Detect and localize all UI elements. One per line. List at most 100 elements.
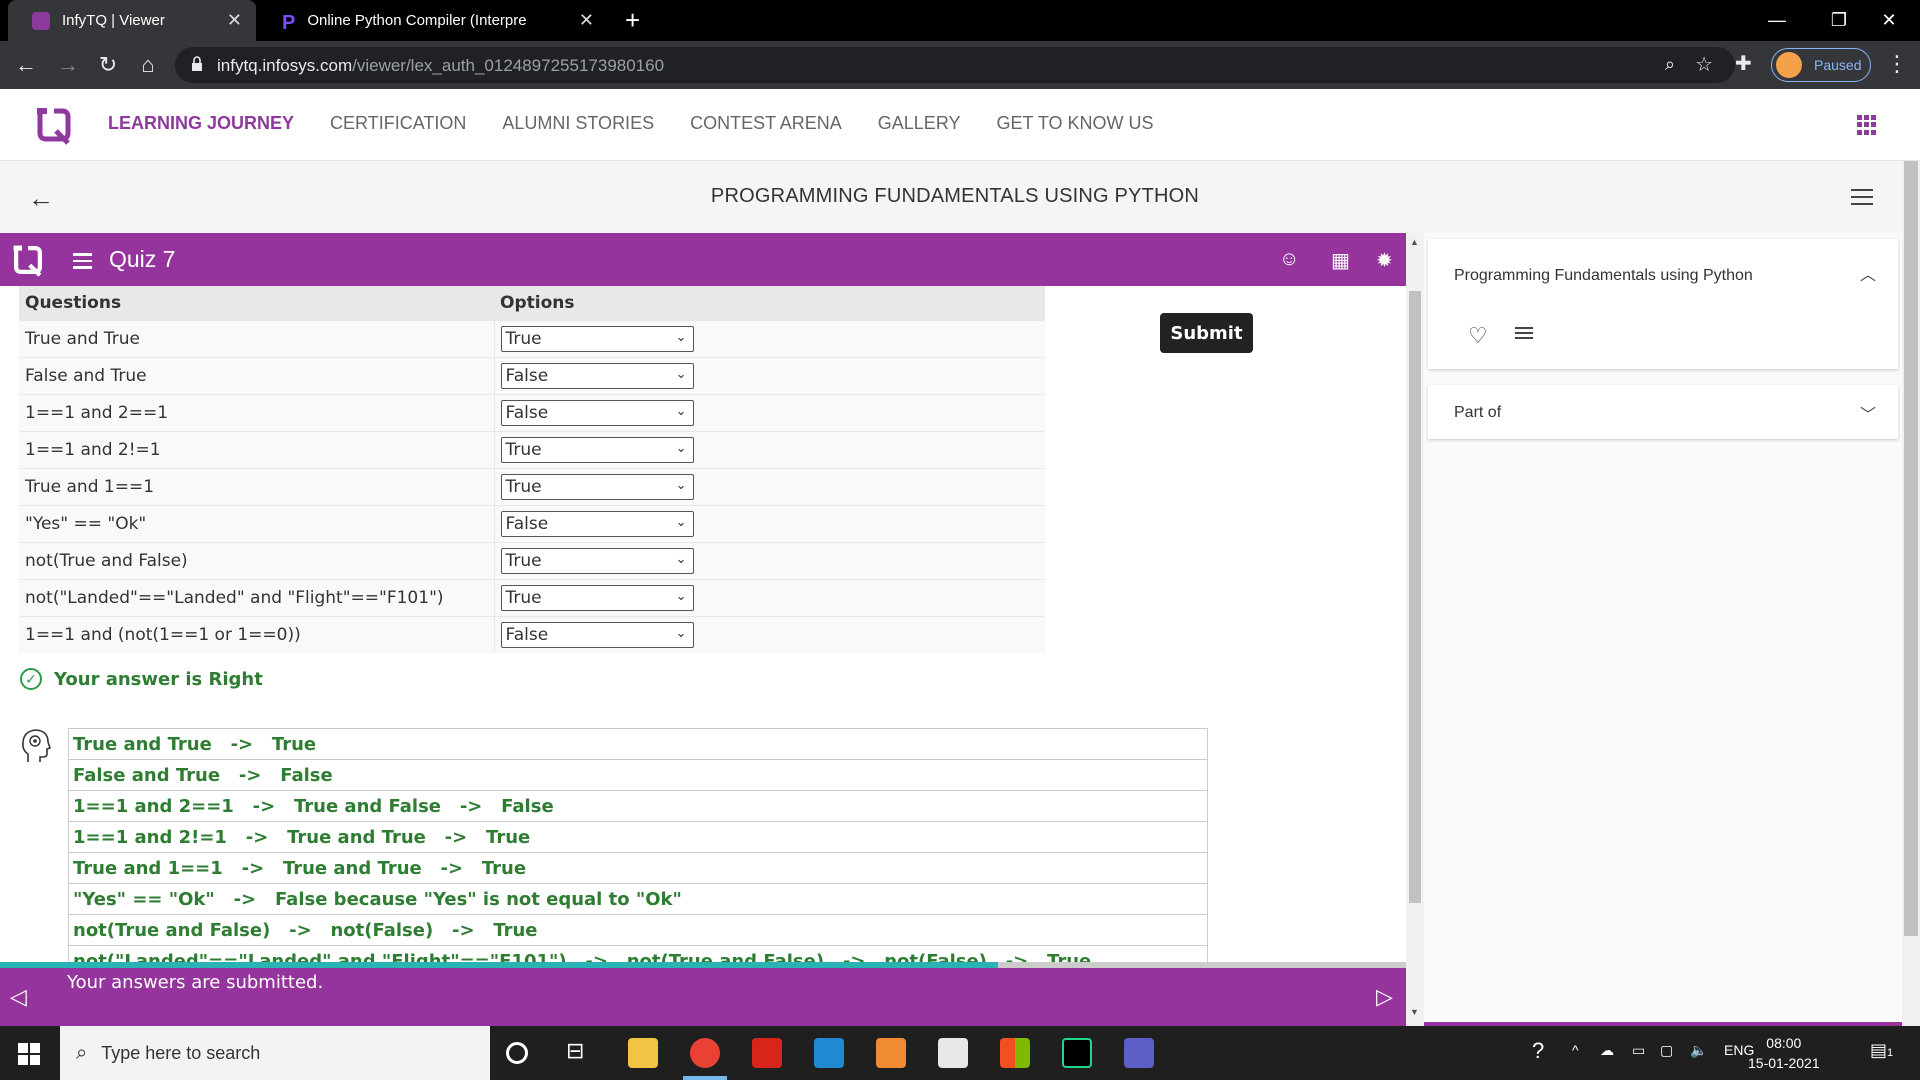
table-row: True and True True ⌄	[19, 319, 1045, 357]
url-host: infytq.infosys.com	[217, 56, 353, 75]
quiz-title: Quiz 7	[109, 246, 176, 272]
chevron-down-icon[interactable]: ﹀	[1860, 401, 1876, 425]
table-row: not("Landed"=="Landed" and "Flight"=="F1…	[19, 578, 1045, 616]
windows-start-icon[interactable]	[18, 1043, 40, 1065]
extensions-icon[interactable]: ✚	[1735, 51, 1752, 76]
bookmark-star-icon[interactable]: ☆	[1695, 52, 1713, 77]
quiz-menu-icon[interactable]	[73, 253, 92, 273]
file-explorer-icon[interactable]	[628, 1038, 658, 1068]
explanation-box: True and True -> True False and True -> F…	[68, 728, 1208, 962]
infytq-logo[interactable]	[34, 105, 74, 145]
selected-value: True	[505, 476, 542, 497]
apps-grid-icon[interactable]	[1857, 115, 1877, 135]
scroll-down-icon[interactable]: ▼	[1410, 1007, 1419, 1017]
answer-select[interactable]: True ⌄	[500, 473, 694, 500]
tab-python-compiler[interactable]: P Online Python Compiler (Interpre ✕	[258, 0, 608, 41]
home-icon[interactable]: ⌂	[134, 51, 162, 79]
nav-contest-arena[interactable]: CONTEST ARENA	[690, 113, 842, 134]
submit-button[interactable]: Submit	[1160, 313, 1253, 353]
question-cell: 1==1 and 2!=1	[19, 430, 495, 468]
answer-select[interactable]: True ⌄	[500, 547, 694, 574]
scroll-up-icon[interactable]: ▲	[1410, 237, 1419, 247]
infytq-logo-white	[13, 245, 43, 277]
forward-icon[interactable]: →	[54, 51, 82, 79]
course-menu-icon[interactable]	[1851, 189, 1873, 210]
microsoft-store-icon[interactable]	[1000, 1038, 1030, 1068]
close-tab-icon[interactable]: ✕	[227, 10, 242, 31]
feedback-smiley-icon[interactable]: ☺	[1279, 248, 1299, 271]
main-nav: LEARNING JOURNEY CERTIFICATION ALUMNI ST…	[108, 113, 1154, 134]
tab-title: InfyTQ | Viewer	[62, 12, 165, 29]
reload-icon[interactable]: ↻	[94, 51, 122, 79]
clock-time: 08:00	[1766, 1035, 1802, 1051]
vscode-icon[interactable]	[814, 1038, 844, 1068]
chevron-down-icon: ⌄	[675, 329, 687, 345]
result-text: Your answer is Right	[54, 668, 263, 690]
file-icon[interactable]	[938, 1038, 968, 1068]
answer-select[interactable]: True ⌄	[500, 325, 694, 352]
answer-select[interactable]: False ⌄	[500, 362, 694, 389]
content-scrollbar[interactable]: ▲ ▼	[1406, 233, 1424, 1026]
page-scrollbar[interactable]	[1902, 161, 1920, 1026]
next-arrow-icon[interactable]: ▷	[1376, 984, 1393, 1010]
question-cell: not("Landed"=="Landed" and "Flight"=="F1…	[19, 578, 495, 616]
help-icon[interactable]: ?	[1532, 1038, 1544, 1064]
cloud-icon[interactable]: ☁	[1600, 1042, 1614, 1059]
zoom-icon[interactable]: ⌕	[1665, 54, 1675, 75]
questions-header: Questions	[19, 286, 494, 320]
close-window-icon[interactable]: ✕	[1858, 0, 1920, 41]
answer-select[interactable]: False ⌄	[500, 621, 694, 648]
page-scrollbar-thumb[interactable]	[1904, 161, 1918, 936]
clock[interactable]: 08:00 15-01-2021	[1748, 1033, 1820, 1073]
minimize-icon[interactable]: —	[1746, 0, 1808, 41]
profile-button[interactable]: Paused	[1771, 48, 1871, 82]
part-of-card[interactable]: Part of ﹀	[1428, 385, 1898, 439]
tray-chevron-icon[interactable]: ^	[1572, 1042, 1579, 1058]
brain-head-icon	[22, 729, 52, 762]
settings-gear-icon[interactable]: ✹	[1376, 248, 1393, 273]
answer-select[interactable]: True ⌄	[500, 584, 694, 611]
explanation-row: 1==1 and 2!=1 -> True and True -> True	[69, 822, 1207, 853]
volume-icon[interactable]: 🔈	[1690, 1042, 1707, 1059]
profile-status: Paused	[1814, 57, 1862, 73]
acrobat-icon[interactable]	[752, 1038, 782, 1068]
close-tab-icon[interactable]: ✕	[579, 10, 594, 31]
heart-icon[interactable]: ♡	[1468, 323, 1488, 349]
nav-alumni-stories[interactable]: ALUMNI STORIES	[502, 113, 654, 134]
cortana-icon[interactable]	[506, 1042, 528, 1064]
chrome-icon[interactable]	[690, 1038, 720, 1068]
chevron-down-icon: ⌄	[675, 366, 687, 382]
answer-select[interactable]: False ⌄	[500, 399, 694, 426]
task-view-icon[interactable]: ⊟	[566, 1038, 596, 1068]
option-cell: False ⌄	[494, 615, 1045, 653]
sublime-icon[interactable]	[876, 1038, 906, 1068]
option-cell: True ⌄	[494, 319, 1045, 357]
result-message: ✓ Your answer is Right	[20, 668, 263, 690]
notifications-icon[interactable]: ▤1	[1870, 1040, 1893, 1061]
nav-get-to-know-us[interactable]: GET TO KNOW US	[997, 113, 1154, 134]
taskbar-search[interactable]: ⌕ Type here to search	[60, 1026, 490, 1080]
scrollbar-thumb[interactable]	[1409, 291, 1421, 903]
nav-gallery[interactable]: GALLERY	[878, 113, 961, 134]
answer-select[interactable]: True ⌄	[500, 436, 694, 463]
pycharm-icon[interactable]	[1062, 1038, 1092, 1068]
browser-menu-icon[interactable]: ⋮	[1886, 51, 1908, 77]
nav-certification[interactable]: CERTIFICATION	[330, 113, 466, 134]
playlist-icon[interactable]	[1515, 327, 1533, 342]
option-cell: True ⌄	[494, 467, 1045, 505]
url-bar[interactable]: infytq.infosys.com/viewer/lex_auth_01248…	[175, 47, 1735, 83]
tab-infytq-viewer[interactable]: InfyTQ | Viewer ✕	[8, 0, 256, 41]
answer-select[interactable]: False ⌄	[500, 510, 694, 537]
calendar-icon[interactable]: ▦	[1331, 248, 1350, 273]
explanation-row: 1==1 and 2==1 -> True and False -> False	[69, 791, 1207, 822]
new-tab-icon[interactable]: +	[625, 6, 640, 34]
network-icon[interactable]: ▢	[1660, 1042, 1673, 1059]
previous-arrow-icon[interactable]: ◁	[10, 984, 27, 1010]
lock-icon	[192, 56, 202, 71]
course-card: Programming Fundamentals using Python ︿ …	[1428, 239, 1898, 369]
teams-icon[interactable]	[1124, 1038, 1154, 1068]
battery-icon[interactable]: ▭	[1632, 1042, 1645, 1059]
back-icon[interactable]: ←	[12, 51, 40, 79]
chevron-up-icon[interactable]: ︿	[1860, 261, 1876, 285]
nav-learning-journey[interactable]: LEARNING JOURNEY	[108, 113, 294, 134]
